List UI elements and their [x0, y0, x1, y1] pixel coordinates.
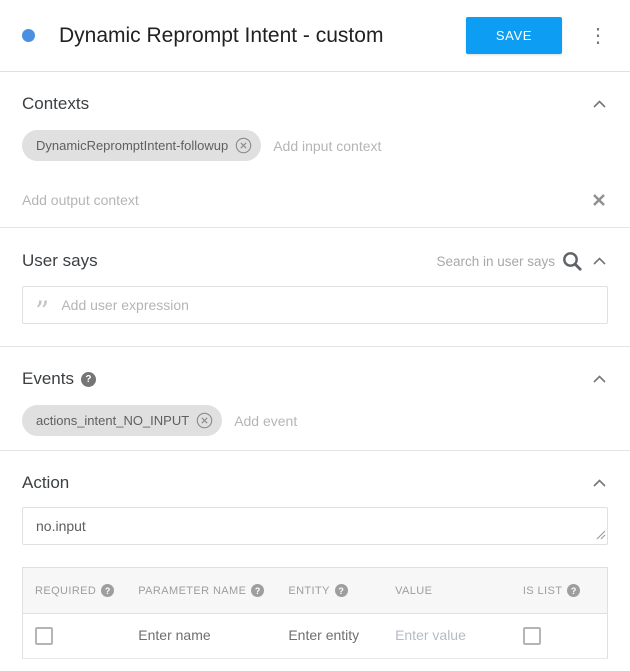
remove-event-icon[interactable]: [196, 412, 213, 429]
add-output-context-field[interactable]: [22, 192, 590, 208]
is-list-checkbox[interactable]: [523, 627, 541, 645]
events-title: Events: [22, 369, 74, 389]
user-says-collapse-icon[interactable]: [591, 253, 608, 269]
required-checkbox[interactable]: [35, 627, 53, 645]
col-required-label: REQUIRED: [35, 585, 96, 597]
resize-grip-icon[interactable]: [596, 527, 606, 543]
events-help-icon[interactable]: ?: [81, 372, 96, 387]
add-user-expression-field[interactable]: [61, 297, 595, 313]
page-title: Dynamic Reprompt Intent - custom: [59, 24, 466, 48]
more-options-icon[interactable]: ⋮: [582, 22, 614, 50]
add-event-field[interactable]: [234, 413, 608, 429]
contexts-title: Contexts: [22, 94, 89, 114]
user-says-section: User says ”: [22, 228, 608, 324]
search-icon[interactable]: [561, 250, 583, 272]
value-field[interactable]: [395, 627, 499, 643]
user-says-title: User says: [22, 251, 98, 271]
action-section: Action no.input: [22, 451, 608, 545]
add-input-context-field[interactable]: [273, 138, 608, 154]
event-chip[interactable]: actions_intent_NO_INPUT: [22, 405, 222, 436]
output-contexts-row: [22, 175, 608, 227]
parameters-table: REQUIRED? PARAMETER NAME? ENTITY? VALUE …: [22, 567, 608, 659]
required-help-icon[interactable]: ?: [101, 584, 114, 597]
events-section-header: Events ?: [22, 347, 608, 389]
col-parameter-name-label: PARAMETER NAME: [138, 585, 246, 597]
events-row: actions_intent_NO_INPUT: [22, 389, 608, 450]
action-title: Action: [22, 473, 69, 493]
contexts-collapse-icon[interactable]: [591, 96, 608, 112]
col-is-list-label: IS LIST: [523, 585, 562, 597]
entity-help-icon[interactable]: ?: [335, 584, 348, 597]
events-collapse-icon[interactable]: [591, 371, 608, 387]
user-says-search: [417, 250, 583, 272]
intent-form: Contexts DynamicRepromptIntent-followup: [0, 72, 630, 659]
intent-status-dot: [22, 29, 35, 42]
remove-input-context-icon[interactable]: [235, 137, 252, 154]
col-entity-label: ENTITY: [288, 585, 330, 597]
user-expression-box: ”: [22, 286, 608, 324]
action-value: no.input: [36, 518, 86, 534]
header: Dynamic Reprompt Intent - custom SAVE ⋮: [0, 0, 630, 72]
action-input[interactable]: no.input: [22, 507, 608, 545]
events-section: Events ? actions_intent_NO_INPUT: [22, 347, 608, 450]
clear-contexts-icon[interactable]: [590, 191, 608, 209]
input-context-chip[interactable]: DynamicRepromptIntent-followup: [22, 130, 261, 161]
action-collapse-icon[interactable]: [591, 475, 608, 491]
user-says-section-header: User says: [22, 228, 608, 272]
save-button[interactable]: SAVE: [466, 17, 562, 54]
parameter-row: [23, 614, 608, 659]
parameter-name-help-icon[interactable]: ?: [251, 584, 264, 597]
parameters-header-row: REQUIRED? PARAMETER NAME? ENTITY? VALUE …: [23, 568, 608, 614]
event-chip-label: actions_intent_NO_INPUT: [36, 413, 189, 428]
parameter-name-field[interactable]: [138, 627, 264, 643]
contexts-section-header: Contexts: [22, 72, 608, 114]
input-contexts-row: DynamicRepromptIntent-followup: [22, 114, 608, 175]
col-value-label: VALUE: [395, 585, 432, 597]
search-input[interactable]: [417, 254, 555, 269]
contexts-section: Contexts DynamicRepromptIntent-followup: [22, 72, 608, 227]
action-section-header: Action: [22, 451, 608, 493]
input-context-chip-label: DynamicRepromptIntent-followup: [36, 138, 228, 153]
entity-field[interactable]: [288, 627, 371, 643]
is-list-help-icon[interactable]: ?: [567, 584, 580, 597]
